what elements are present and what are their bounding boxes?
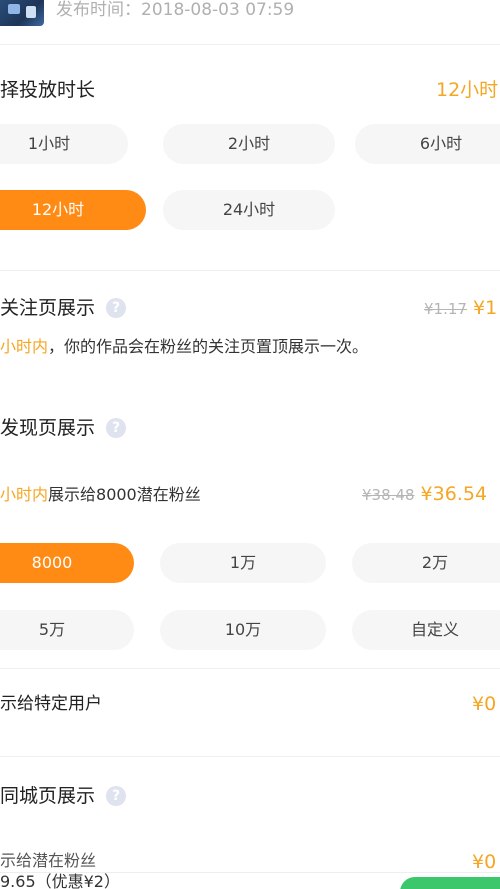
- follow-page-desc-text: ，你的作品会在粉丝的关注页置顶展示一次。: [48, 337, 369, 356]
- discover-page-description: 小时内展示给8000潜在粉丝: [0, 484, 201, 506]
- video-thumbnail[interactable]: [0, 0, 44, 26]
- bottom-bar: 9.65（优惠¥2）: [0, 872, 500, 889]
- local-page-title: 同城页展示: [0, 785, 96, 807]
- audience-option-20k[interactable]: 2万: [352, 543, 500, 583]
- follow-page-description: 小时内，你的作品会在粉丝的关注页置顶展示一次。: [0, 336, 368, 358]
- duration-option-1h[interactable]: 1小时: [0, 124, 128, 164]
- divider: [0, 270, 500, 271]
- discover-page-title: 发现页展示: [0, 417, 96, 439]
- video-header: 发布时间：2018-08-03 07:59: [0, 0, 500, 30]
- local-page-price: ¥0: [472, 851, 497, 873]
- audience-option-100k[interactable]: 10万: [160, 610, 326, 650]
- publish-time: 发布时间：2018-08-03 07:59: [56, 0, 295, 20]
- follow-page-new-price: ¥1: [473, 297, 498, 319]
- audience-option-custom[interactable]: 自定义: [352, 610, 500, 650]
- help-icon[interactable]: ?: [106, 418, 126, 438]
- divider: [0, 756, 500, 757]
- duration-option-2h[interactable]: 2小时: [163, 124, 335, 164]
- discover-page-desc-highlight: 小时内: [0, 485, 49, 504]
- duration-option-12h[interactable]: 12小时: [0, 190, 146, 230]
- discover-page-price: ¥38.48 ¥36.54: [362, 482, 487, 507]
- follow-page-title: 关注页展示: [0, 297, 96, 319]
- audience-option-50k[interactable]: 5万: [0, 610, 134, 650]
- help-icon[interactable]: ?: [106, 786, 126, 806]
- specific-users-price: ¥0: [472, 693, 497, 715]
- specific-users-label[interactable]: 示给特定用户: [0, 692, 102, 716]
- duration-option-6h[interactable]: 6小时: [355, 124, 500, 164]
- help-icon[interactable]: ?: [106, 298, 126, 318]
- divider: [0, 44, 500, 45]
- audience-option-10k[interactable]: 1万: [160, 543, 326, 583]
- follow-page-old-price: ¥1.17: [424, 300, 467, 318]
- follow-page-price: ¥1.17 ¥1: [424, 296, 497, 321]
- follow-page-desc-highlight: 小时内: [0, 337, 49, 356]
- duration-option-24h[interactable]: 24小时: [163, 190, 335, 230]
- duration-title: 择投放时长: [0, 79, 96, 101]
- duration-selected-value: 12小时: [436, 79, 499, 101]
- total-price: 9.65（优惠¥2）: [0, 872, 120, 889]
- divider: [0, 668, 500, 669]
- pay-button[interactable]: [400, 877, 500, 889]
- local-page-description: 示给潜在粉丝: [0, 851, 97, 870]
- audience-option-8000[interactable]: 8000: [0, 543, 134, 583]
- discover-page-old-price: ¥38.48: [362, 486, 415, 504]
- discover-page-desc-text: 展示给8000潜在粉丝: [48, 485, 201, 504]
- discover-page-new-price: ¥36.54: [420, 483, 488, 505]
- promotion-page: 发布时间：2018-08-03 07:59 择投放时长 12小时 1小时 2小时…: [0, 0, 500, 889]
